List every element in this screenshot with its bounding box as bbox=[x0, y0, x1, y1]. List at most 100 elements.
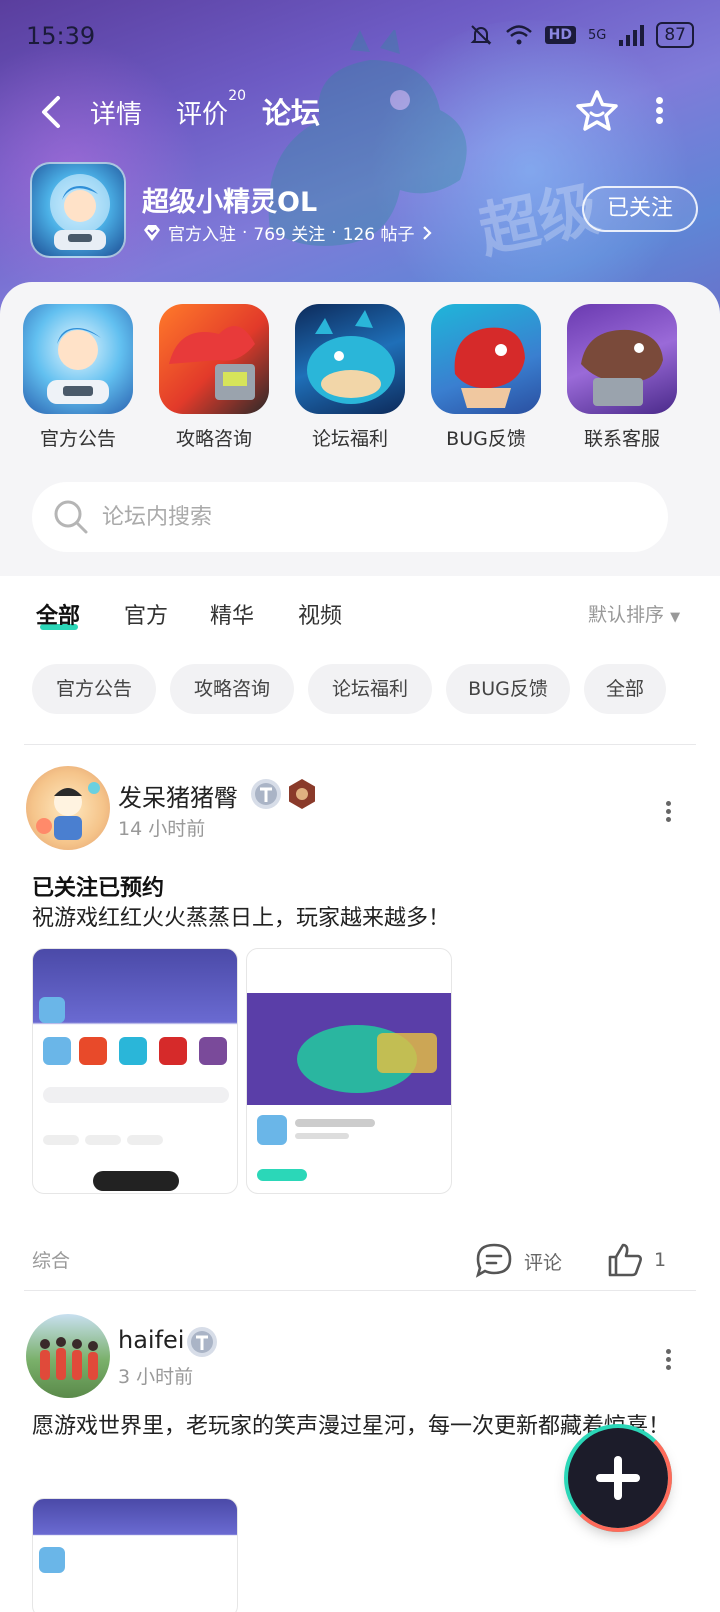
tab-reviews[interactable]: 评价 20 bbox=[176, 88, 246, 131]
category-label: BUG反馈 bbox=[446, 428, 526, 450]
avatar[interactable] bbox=[26, 766, 110, 850]
battery-indicator: 87 bbox=[656, 22, 694, 48]
like-count: 1 bbox=[654, 1249, 667, 1271]
tab-reviews-label: 评价 bbox=[176, 100, 229, 130]
screenshot-thumbnail-art bbox=[39, 1547, 223, 1573]
comment-icon bbox=[475, 1243, 512, 1278]
forum-sheet: 官方公告 攻略咨询 论坛福利 BUG反馈 联系客服 论坛内搜索 全部 官方 精华… bbox=[0, 282, 720, 1612]
announcement-icon bbox=[23, 304, 133, 414]
plus-icon bbox=[614, 1456, 622, 1500]
support-art bbox=[581, 329, 663, 406]
guide-art bbox=[169, 326, 255, 400]
avatar-art bbox=[40, 1337, 98, 1380]
welfare-icon bbox=[295, 304, 405, 414]
game-title: 超级小精灵OL bbox=[142, 187, 318, 218]
tap-badge-icon bbox=[251, 779, 281, 809]
rank-badge-icon bbox=[289, 779, 315, 809]
chip-welfare[interactable]: 论坛福利 bbox=[308, 664, 432, 714]
post-item[interactable]: 发呆猪猪臀 14 小时前 已关注已预约 祝游戏红红火火蒸蒸日上，玩家越来越多！ bbox=[0, 766, 720, 1286]
feed-tabs: 全部 官方 精华 视频 默认排序 ▼ bbox=[0, 598, 720, 638]
post-footer: 综合 评论 1 bbox=[0, 1242, 720, 1282]
announcement-art bbox=[47, 328, 109, 404]
avatar-art bbox=[36, 782, 100, 840]
meta-separator: · bbox=[331, 222, 337, 243]
category-bug[interactable]: BUG反馈 bbox=[430, 304, 542, 451]
game-icon-art bbox=[50, 174, 110, 250]
divider bbox=[24, 744, 696, 745]
game-icon[interactable] bbox=[30, 162, 126, 258]
sort-dropdown[interactable]: 默认排序 ▼ bbox=[588, 600, 680, 627]
reviews-count: 20 bbox=[228, 88, 247, 104]
network-label: 5G bbox=[588, 27, 607, 43]
post-username[interactable]: 发呆猪猪臀 bbox=[118, 778, 238, 813]
feed-tab-official[interactable]: 官方 bbox=[124, 598, 168, 630]
category-label: 攻略咨询 bbox=[175, 428, 252, 450]
guide-icon bbox=[159, 304, 269, 414]
game-info: 超级小精灵OL 官方入驻 · 769 关注 · 126 帖子 已关注 bbox=[30, 162, 700, 262]
comment-button[interactable]: 评论 bbox=[474, 1242, 562, 1280]
post-image[interactable] bbox=[246, 948, 452, 1194]
avatar[interactable] bbox=[26, 1314, 110, 1398]
mute-bell-icon bbox=[470, 25, 492, 45]
top-navigation: 详情 评价 20 论坛 bbox=[0, 84, 720, 140]
meta-separator: · bbox=[242, 222, 248, 243]
post-category-tag[interactable]: 综合 bbox=[32, 1246, 70, 1273]
post-more-icon[interactable] bbox=[662, 1346, 674, 1376]
category-guide[interactable]: 攻略咨询 bbox=[158, 304, 270, 451]
search-input[interactable] bbox=[102, 496, 642, 538]
feed-tab-all[interactable]: 全部 bbox=[36, 598, 80, 630]
back-arrow-icon[interactable] bbox=[36, 92, 66, 132]
official-label: 官方入驻 bbox=[168, 225, 236, 245]
feed-tab-video[interactable]: 视频 bbox=[298, 598, 342, 630]
favorite-star-icon[interactable] bbox=[574, 88, 620, 134]
filter-chips: 官方公告 攻略咨询 论坛福利 BUG反馈 全部 bbox=[0, 664, 720, 716]
support-icon bbox=[567, 304, 677, 414]
chip-bug[interactable]: BUG反馈 bbox=[446, 664, 570, 714]
wifi-icon bbox=[505, 25, 532, 45]
status-icons: HD 5G 87 bbox=[469, 22, 694, 48]
category-support[interactable]: 联系客服 bbox=[566, 304, 678, 451]
category-announcement[interactable]: 官方公告 bbox=[22, 304, 134, 451]
like-button[interactable]: 1 bbox=[606, 1242, 666, 1278]
chip-announcement[interactable]: 官方公告 bbox=[32, 664, 156, 714]
post-body: 祝游戏红红火火蒸蒸日上，玩家越来越多！ bbox=[32, 906, 451, 931]
forum-search[interactable] bbox=[32, 482, 668, 552]
post-image[interactable] bbox=[32, 948, 238, 1194]
status-bar: 15:39 HD 5G 87 bbox=[0, 0, 720, 70]
chip-all[interactable]: 全部 bbox=[584, 664, 666, 714]
tab-details[interactable]: 详情 bbox=[90, 94, 142, 131]
verified-diamond-icon bbox=[144, 224, 160, 241]
screenshot-thumbnail-art bbox=[247, 993, 451, 1181]
welfare-art bbox=[307, 310, 395, 404]
follow-button[interactable]: 已关注 bbox=[582, 186, 698, 232]
posts-count: 126 帖子 bbox=[342, 225, 415, 245]
followers-count: 769 关注 bbox=[253, 225, 326, 245]
sort-label: 默认排序 bbox=[588, 604, 665, 626]
create-post-button[interactable] bbox=[564, 1424, 672, 1532]
divider bbox=[24, 1290, 696, 1291]
comment-label: 评论 bbox=[524, 1251, 563, 1274]
search-icon bbox=[54, 500, 88, 534]
signal-icon bbox=[619, 25, 645, 46]
category-label: 官方公告 bbox=[39, 428, 116, 450]
tab-forum[interactable]: 论坛 bbox=[262, 90, 320, 132]
category-label: 论坛福利 bbox=[311, 428, 388, 450]
feed-tab-featured[interactable]: 精华 bbox=[210, 598, 254, 630]
category-welfare[interactable]: 论坛福利 bbox=[294, 304, 406, 451]
tap-badge-icon bbox=[187, 1327, 217, 1357]
hd-icon: HD bbox=[544, 26, 576, 44]
category-shortcuts: 官方公告 攻略咨询 论坛福利 BUG反馈 联系客服 bbox=[0, 304, 720, 454]
chip-guide[interactable]: 攻略咨询 bbox=[170, 664, 294, 714]
post-image[interactable] bbox=[32, 1498, 238, 1612]
bug-art bbox=[454, 327, 525, 408]
status-time: 15:39 bbox=[26, 22, 96, 50]
category-label: 联系客服 bbox=[583, 428, 660, 450]
post-time: 3 小时前 bbox=[118, 1366, 194, 1388]
screenshot-thumbnail-art bbox=[39, 997, 229, 1191]
post-username[interactable]: haifei bbox=[118, 1326, 184, 1354]
thumbs-up-icon bbox=[608, 1243, 642, 1277]
game-meta[interactable]: 官方入驻 · 769 关注 · 126 帖子 bbox=[142, 220, 433, 245]
more-options-icon[interactable] bbox=[652, 94, 666, 130]
post-more-icon[interactable] bbox=[662, 798, 674, 828]
chevron-right-icon bbox=[422, 225, 432, 240]
